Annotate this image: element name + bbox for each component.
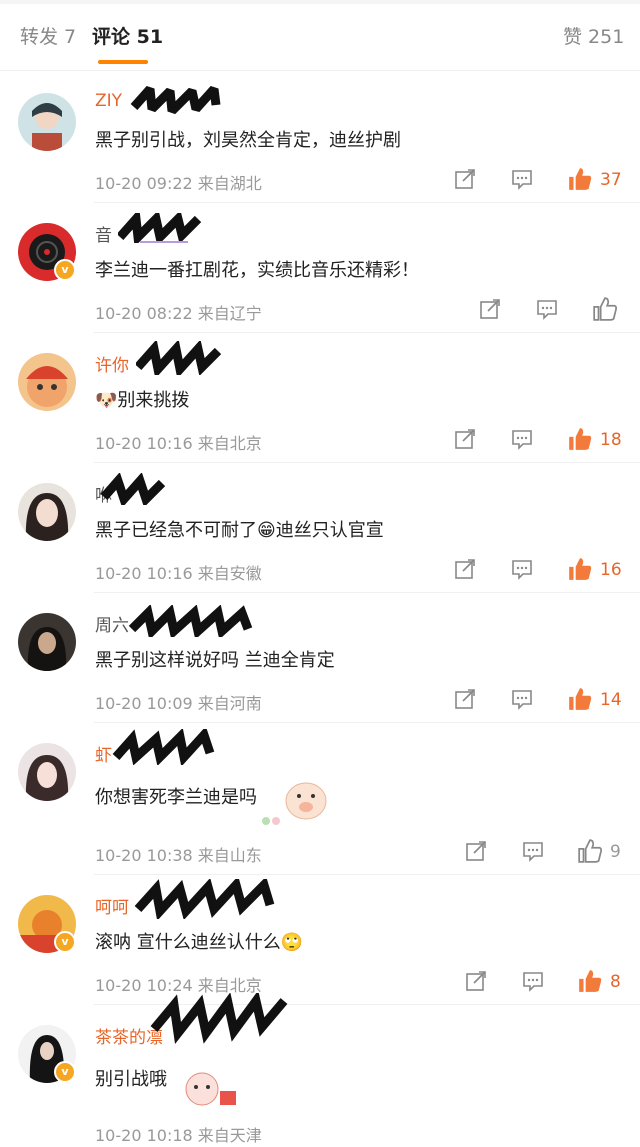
comment-item: v 茶茶的凛 别引战哦 10-20 10:18 来自天津 bbox=[0, 993, 640, 1147]
active-tab-indicator bbox=[98, 60, 148, 64]
thumbs-up-icon[interactable] bbox=[567, 556, 593, 582]
redaction-scribble bbox=[128, 605, 253, 637]
verified-badge-icon: v bbox=[54, 931, 76, 953]
cartoon-sticker-icon bbox=[185, 1072, 236, 1106]
comment-location: 来自天津 bbox=[197, 1126, 262, 1145]
thumbs-up-icon[interactable] bbox=[567, 166, 593, 192]
comment-item: 周六 黑子别这样说好吗 兰迪全肯定 10-20 10:09 来自河南 14 bbox=[0, 593, 640, 723]
share-icon[interactable] bbox=[465, 970, 487, 992]
comment-item: 许你 🐶别来挑拨 10-20 10:16 来自北京 18 bbox=[0, 333, 640, 463]
like-count: 9 bbox=[610, 842, 621, 862]
thumbs-up-icon[interactable] bbox=[567, 426, 593, 452]
redaction-scribble bbox=[136, 341, 222, 375]
pig-sticker-icon bbox=[262, 782, 327, 825]
redaction-scribble bbox=[118, 213, 202, 243]
thumbs-up-icon[interactable] bbox=[567, 686, 593, 712]
username[interactable]: 虾 bbox=[95, 741, 112, 766]
username[interactable]: 呵呵 bbox=[95, 893, 129, 918]
comment-text: 李兰迪一番扛剧花，实绩比音乐还精彩！ bbox=[95, 260, 419, 281]
avatar[interactable] bbox=[18, 353, 76, 411]
share-icon[interactable] bbox=[454, 428, 476, 450]
avatar[interactable] bbox=[18, 483, 76, 541]
avatar[interactable] bbox=[18, 613, 76, 671]
comment-item: v 音 李兰迪一番扛剧花，实绩比音乐还精彩！ 10-20 08:22 来自辽宁 bbox=[0, 203, 640, 333]
comment-meta: 10-20 10:09 来自河南 bbox=[95, 690, 262, 714]
share-icon[interactable] bbox=[454, 168, 476, 190]
avatar[interactable] bbox=[18, 93, 76, 151]
username[interactable]: 许你 bbox=[95, 351, 129, 376]
comment-time: 10-20 10:38 bbox=[95, 846, 193, 865]
like-count: 14 bbox=[600, 690, 622, 710]
avatar[interactable] bbox=[18, 743, 76, 801]
comment-time: 10-20 10:18 bbox=[95, 1126, 193, 1145]
comment-time: 10-20 08:22 bbox=[95, 304, 193, 323]
comment-text: 滚呐 宣什么迪丝认什么🙄 bbox=[95, 932, 304, 953]
comment-text: 黑子别引战，刘昊然全肯定，迪丝护剧 bbox=[95, 130, 401, 151]
comment-text: 黑子已经急不可耐了😁迪丝只认官宣 bbox=[95, 520, 384, 541]
redaction-scribble bbox=[130, 85, 221, 115]
reply-icon[interactable] bbox=[511, 688, 533, 710]
share-icon[interactable] bbox=[465, 840, 487, 862]
comment-time: 10-20 10:16 bbox=[95, 564, 193, 583]
comment-text: 黑子别这样说好吗 兰迪全肯定 bbox=[95, 650, 335, 671]
comment-text: 🐶别来挑拨 bbox=[95, 390, 190, 411]
comment-location: 来自河南 bbox=[197, 694, 262, 713]
reply-icon[interactable] bbox=[511, 428, 533, 450]
comment-item: 虾 你想害死李兰迪是吗 10-20 10:38 来自山东 9 bbox=[0, 723, 640, 875]
tab-likes[interactable]: 赞 251 bbox=[563, 22, 624, 49]
redaction-scribble bbox=[112, 729, 215, 765]
reply-icon[interactable] bbox=[511, 558, 533, 580]
like-count: 8 bbox=[610, 972, 621, 992]
verified-badge-icon: v bbox=[54, 1061, 76, 1083]
tab-comments[interactable]: 评论 51 bbox=[92, 22, 163, 49]
username[interactable]: ZIY bbox=[95, 91, 122, 111]
comment-text: 别引战哦 bbox=[95, 1069, 167, 1090]
top-divider bbox=[0, 0, 640, 4]
reply-icon[interactable] bbox=[522, 840, 544, 862]
tab-repost[interactable]: 转发 7 bbox=[20, 22, 76, 49]
comment-location: 来自辽宁 bbox=[197, 304, 262, 323]
comment-meta: 10-20 10:38 来自山东 bbox=[95, 842, 262, 866]
comment-meta: 10-20 10:18 来自天津 bbox=[95, 1122, 262, 1146]
comment-location: 来自北京 bbox=[197, 434, 262, 453]
like-count: 16 bbox=[600, 560, 622, 580]
thumbs-up-icon[interactable] bbox=[577, 968, 603, 994]
share-icon[interactable] bbox=[479, 298, 501, 320]
comment-meta: 10-20 09:22 来自湖北 bbox=[95, 170, 262, 194]
redaction-scribble bbox=[134, 879, 275, 919]
like-count: 37 bbox=[600, 170, 622, 190]
comment-location: 来自山东 bbox=[197, 846, 262, 865]
comment-time: 10-20 10:09 bbox=[95, 694, 193, 713]
username[interactable]: 音 bbox=[95, 221, 112, 246]
reply-icon[interactable] bbox=[536, 298, 558, 320]
comment-time: 10-20 09:22 bbox=[95, 174, 193, 193]
thumbs-up-icon[interactable] bbox=[592, 296, 618, 322]
comment-item: 咻 黑子已经急不可耐了😁迪丝只认官宣 10-20 10:16 来自安徽 16 bbox=[0, 463, 640, 593]
reply-icon[interactable] bbox=[511, 168, 533, 190]
share-icon[interactable] bbox=[454, 688, 476, 710]
comment-meta: 10-20 10:16 来自安徽 bbox=[95, 560, 262, 584]
comment-item: ZIY 黑子别引战，刘昊然全肯定，迪丝护剧 10-20 09:22 来自湖北 3… bbox=[0, 73, 640, 203]
comment-meta: 10-20 10:16 来自北京 bbox=[95, 430, 262, 454]
thumbs-up-icon[interactable] bbox=[577, 838, 603, 864]
username[interactable]: 周六 bbox=[95, 611, 129, 636]
comment-location: 来自安徽 bbox=[197, 564, 262, 583]
comment-meta: 10-20 08:22 来自辽宁 bbox=[95, 300, 262, 324]
reply-icon[interactable] bbox=[522, 970, 544, 992]
like-count: 18 bbox=[600, 430, 622, 450]
comment-location: 来自湖北 bbox=[197, 174, 262, 193]
verified-badge-icon: v bbox=[54, 259, 76, 281]
comment-tab-bar: 转发 7 评论 51 赞 251 bbox=[0, 0, 640, 71]
redaction-scribble bbox=[100, 473, 166, 505]
comment-time: 10-20 10:16 bbox=[95, 434, 193, 453]
comment-text: 你想害死李兰迪是吗 bbox=[95, 787, 257, 808]
comment-item: v 呵呵 滚呐 宣什么迪丝认什么🙄 10-20 10:24 来自北京 8 bbox=[0, 875, 640, 1005]
share-icon[interactable] bbox=[454, 558, 476, 580]
redaction-scribble bbox=[150, 993, 288, 1045]
